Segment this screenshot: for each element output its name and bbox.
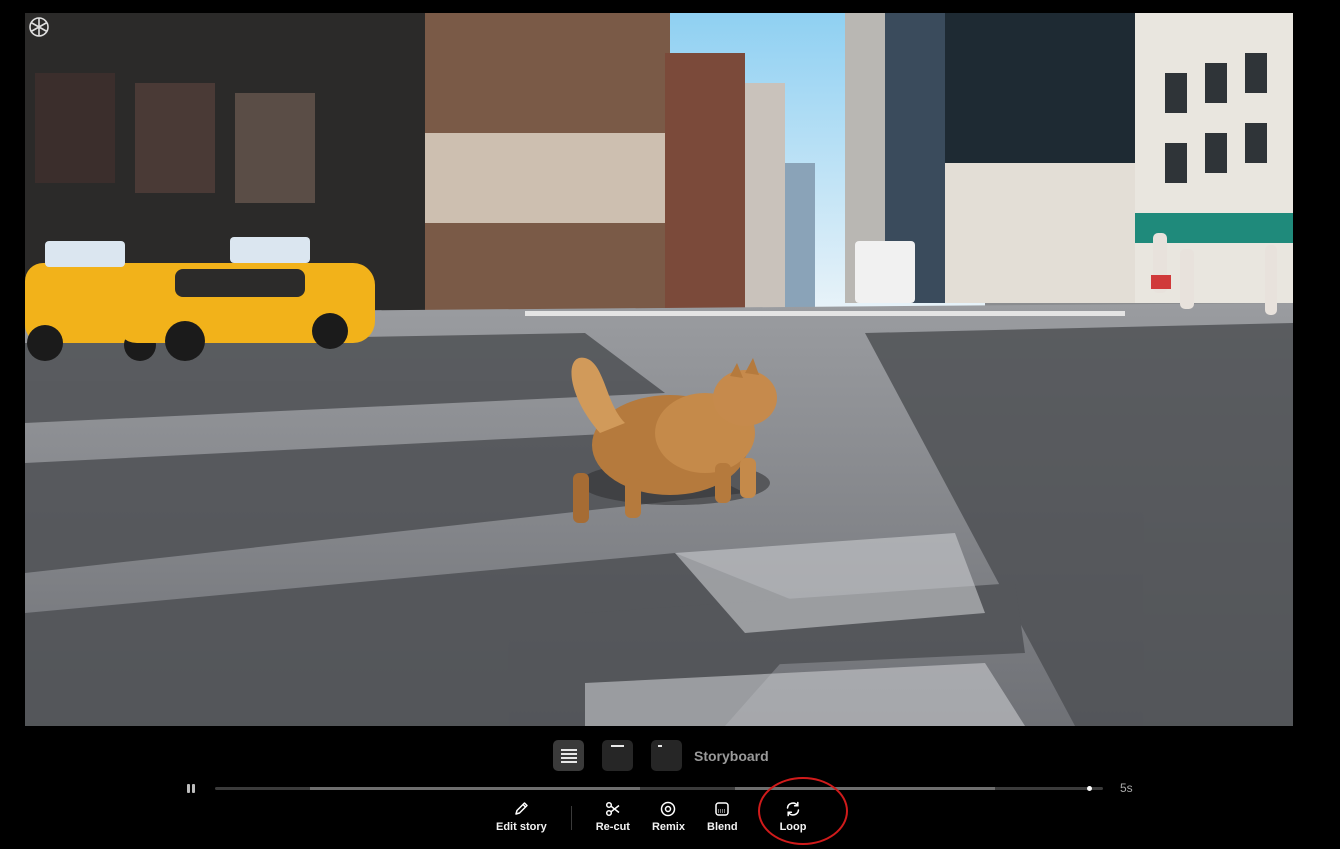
pause-icon — [187, 784, 190, 793]
recut-label: Re-cut — [595, 821, 630, 833]
list-line — [561, 749, 577, 751]
recut-button[interactable]: Re-cut — [590, 800, 636, 833]
toolbar-divider — [570, 806, 572, 830]
list-line — [561, 757, 577, 759]
frame-start-button[interactable] — [651, 740, 682, 771]
watermark-logo-icon — [29, 17, 49, 37]
remix-label: Remix — [651, 821, 685, 833]
duration-label: 5s — [1120, 781, 1133, 795]
list-line — [561, 753, 577, 755]
pencil-icon — [515, 802, 529, 815]
pause-button[interactable] — [186, 783, 198, 795]
progress-segment — [310, 787, 640, 790]
single-frame-button[interactable] — [602, 740, 633, 771]
edit-story-label: Edit story — [496, 821, 547, 833]
loop-icon — [786, 801, 800, 817]
video-viewer-page: Storyboard 5s Edit story Re-cut Remix Bl… — [0, 0, 1340, 849]
frame-line — [658, 745, 662, 747]
blend-label: Blend — [707, 821, 738, 833]
list-line — [561, 761, 577, 763]
frame-line — [611, 745, 624, 747]
video-frame-scene — [25, 13, 1293, 726]
blend-button[interactable]: Blend — [701, 800, 744, 833]
loop-button[interactable]: Loop — [774, 800, 813, 833]
view-mode-toggle: Storyboard — [553, 740, 769, 771]
remix-button[interactable]: Remix — [646, 800, 691, 833]
loop-label: Loop — [779, 821, 807, 833]
remix-icon — [661, 801, 676, 817]
progress-track[interactable] — [215, 785, 1103, 791]
scissors-icon — [605, 801, 620, 817]
action-toolbar: Edit story Re-cut Remix Blend Loop — [490, 800, 812, 840]
blend-icon — [715, 802, 730, 816]
storyboard-label[interactable]: Storyboard — [694, 748, 769, 764]
edit-story-button[interactable]: Edit story — [490, 800, 553, 833]
pause-icon — [192, 784, 195, 793]
video-player[interactable] — [25, 13, 1293, 726]
list-view-button[interactable] — [553, 740, 584, 771]
progress-segment — [735, 787, 995, 790]
timeline: 5s — [180, 780, 1140, 798]
progress-thumb[interactable] — [1087, 785, 1093, 791]
